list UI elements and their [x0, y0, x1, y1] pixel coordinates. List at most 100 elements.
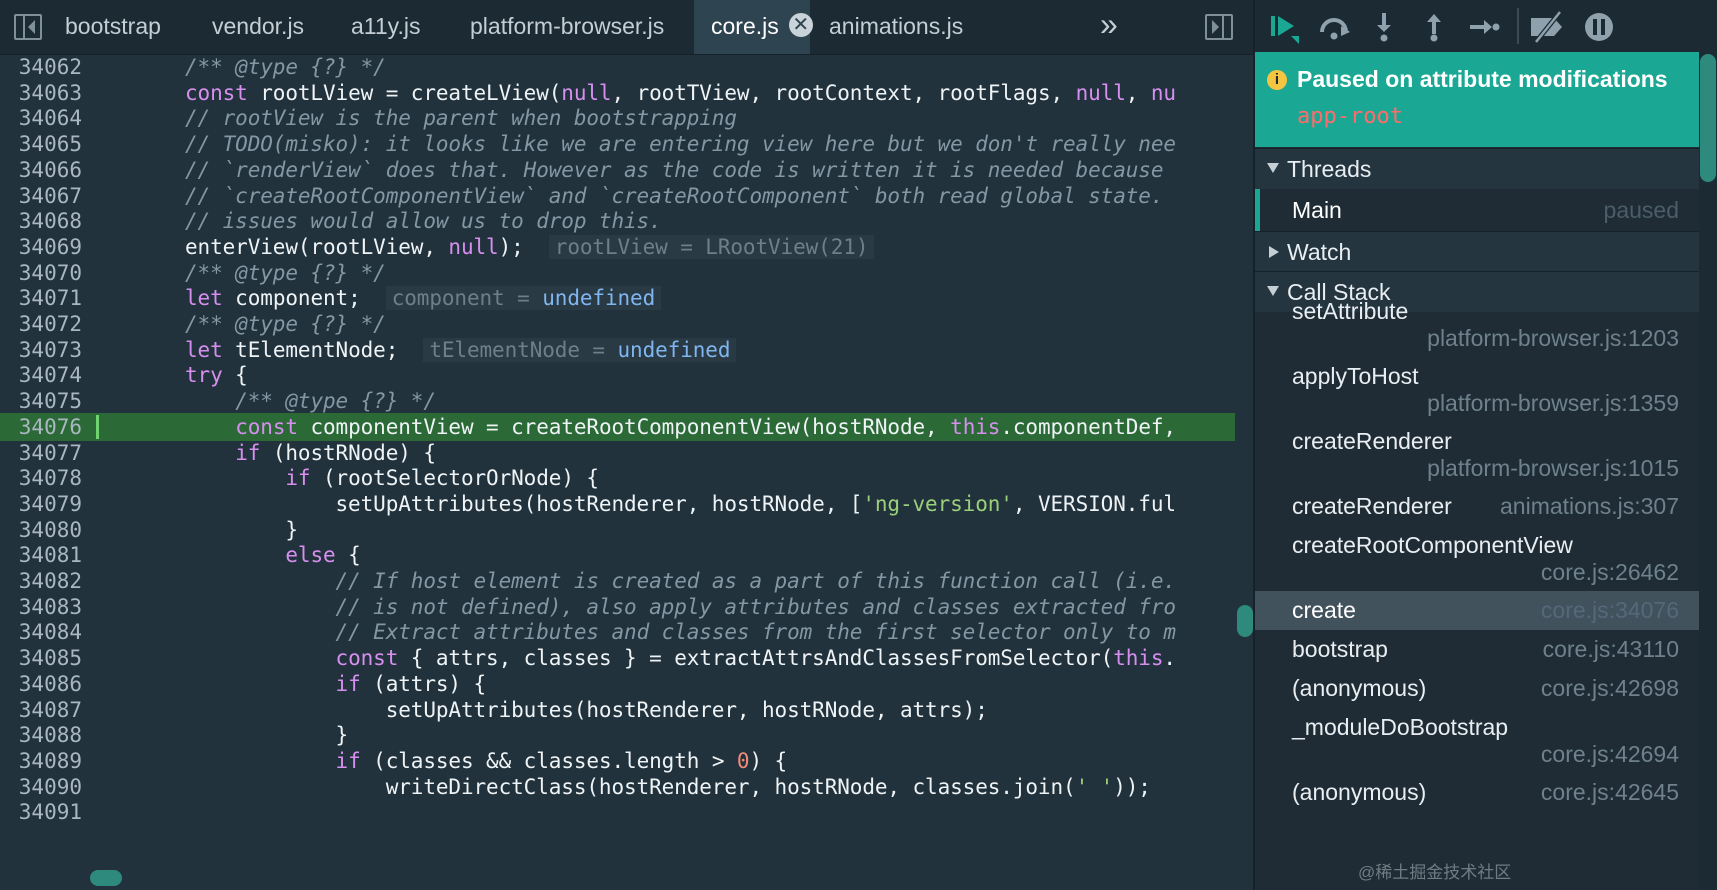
call-stack-frame[interactable]: createRootComponentView core.js:26462: [1255, 526, 1699, 591]
line-number[interactable]: 34062: [0, 54, 82, 81]
code-line[interactable]: 34091: [0, 798, 1235, 826]
tab-core-js[interactable]: core.js ✕: [694, 0, 813, 54]
horizontal-scrollbar-thumb[interactable]: [90, 870, 122, 886]
line-number[interactable]: 34073: [0, 336, 82, 364]
line-number[interactable]: 34077: [0, 439, 82, 467]
threads-section-header[interactable]: Threads: [1255, 148, 1699, 189]
line-number[interactable]: 34064: [0, 104, 82, 132]
line-number[interactable]: 34066: [0, 156, 82, 184]
line-number[interactable]: 34086: [0, 670, 82, 698]
line-number[interactable]: 34063: [0, 79, 82, 107]
call-stack-frame[interactable]: (anonymous) core.js:42698: [1255, 669, 1699, 708]
code-line[interactable]: 34066 // `renderView` does that. However …: [0, 156, 1235, 184]
code-line[interactable]: 34069 enterView(rootLView, null); rootLVi…: [0, 233, 1235, 261]
tab-vendor-js[interactable]: vendor.js: [212, 0, 304, 54]
line-number[interactable]: 34081: [0, 541, 82, 569]
code-line[interactable]: 34064 // rootView is the parent when boot…: [0, 104, 1235, 132]
step-out-icon[interactable]: [1417, 10, 1451, 44]
line-number[interactable]: 34084: [0, 618, 82, 646]
code-text: // TODO(misko): it looks like we are ent…: [185, 132, 1176, 157]
code-text: const rootLView = createLView(null, root…: [185, 80, 1176, 105]
tab-bootstrap[interactable]: bootstrap: [65, 0, 161, 54]
tab-a11y-js[interactable]: a11y.js: [351, 0, 420, 54]
tab-platform-browser-js[interactable]: platform-browser.js: [470, 0, 664, 54]
line-number[interactable]: 34069: [0, 233, 82, 261]
pause-on-exceptions-icon[interactable]: [1582, 10, 1616, 44]
code-line[interactable]: 34080 }: [0, 516, 1235, 544]
line-number[interactable]: 34078: [0, 464, 82, 492]
tab-overflow-chevron-icon[interactable]: »: [1100, 6, 1118, 43]
line-number[interactable]: 34068: [0, 207, 82, 235]
line-number[interactable]: 34065: [0, 130, 82, 158]
code-line[interactable]: 34083 // is not defined), also apply att…: [0, 593, 1235, 621]
frame-function-name: applyToHost: [1292, 363, 1419, 389]
call-stack-frame[interactable]: setAttribute platform-browser.js:1203: [1255, 292, 1699, 357]
tab-animations-js[interactable]: animations.js: [829, 0, 963, 54]
line-number[interactable]: 34067: [0, 182, 82, 210]
code-line[interactable]: 34074 try {: [0, 361, 1235, 389]
call-stack-frame[interactable]: create core.js:34076: [1255, 591, 1699, 630]
line-number[interactable]: 34082: [0, 567, 82, 595]
code-line[interactable]: 34085 const { attrs, classes } = extract…: [0, 644, 1235, 672]
line-number[interactable]: 34071: [0, 284, 82, 312]
code-line[interactable]: 34077 if (hostRNode) {: [0, 439, 1235, 467]
line-number[interactable]: 34079: [0, 490, 82, 518]
code-line[interactable]: 34082 // If host element is created as a…: [0, 567, 1235, 595]
line-number[interactable]: 34090: [0, 773, 82, 801]
debugger-scrollbar[interactable]: [1699, 52, 1717, 890]
toggle-sources-sidebar-icon[interactable]: [14, 14, 42, 40]
close-tab-icon[interactable]: ✕: [788, 12, 813, 37]
code-line[interactable]: 34062 /** @type {?} */: [0, 54, 1235, 81]
code-line[interactable]: 34065 // TODO(misko): it looks like we ar…: [0, 130, 1235, 158]
code-line[interactable]: 34067 // `createRootComponentView` and `c…: [0, 182, 1235, 210]
code-line[interactable]: 34087 setUpAttributes(hostRenderer, host…: [0, 696, 1235, 724]
code-line[interactable]: 34075 /** @type {?} */: [0, 387, 1235, 415]
code-editor[interactable]: 34062 /** @type {?} */ 34063 const rootLVie…: [0, 54, 1253, 890]
call-stack-frame[interactable]: createRenderer animations.js:307: [1255, 487, 1699, 526]
line-number[interactable]: 34088: [0, 721, 82, 749]
paused-element-link[interactable]: app-root: [1297, 104, 1403, 129]
current-execution-line[interactable]: 34076 const componentView = createRootCo…: [0, 412, 1235, 441]
vertical-scrollbar-thumb[interactable]: [1237, 605, 1253, 637]
step-over-icon[interactable]: [1317, 10, 1351, 44]
code-line[interactable]: 34070 /** @type {?} */: [0, 259, 1235, 287]
line-number[interactable]: 34085: [0, 644, 82, 672]
line-number[interactable]: 34080: [0, 516, 82, 544]
thread-main[interactable]: Main paused: [1255, 189, 1699, 231]
call-stack-frame[interactable]: _moduleDoBootstrap core.js:42694: [1255, 708, 1699, 773]
debugger-scrollbar-thumb[interactable]: [1700, 54, 1716, 182]
watch-section-header[interactable]: Watch: [1255, 231, 1699, 272]
code-line[interactable]: 34073 let tElementNode; tElementNode = un…: [0, 336, 1235, 364]
call-stack-frame[interactable]: bootstrap core.js:43110: [1255, 630, 1699, 669]
line-number[interactable]: 34089: [0, 747, 82, 775]
code-line[interactable]: 34089 if (classes && classes.length > 0)…: [0, 747, 1235, 775]
code-line[interactable]: 34068 // issues would allow us to drop th…: [0, 207, 1235, 235]
line-number[interactable]: 34070: [0, 259, 82, 287]
step-into-icon[interactable]: [1367, 10, 1401, 44]
line-number[interactable]: 34074: [0, 361, 82, 389]
code-line[interactable]: 34086 if (attrs) {: [0, 670, 1235, 698]
line-number[interactable]: 34091: [0, 798, 82, 826]
line-number[interactable]: 34083: [0, 593, 82, 621]
line-number[interactable]: 34087: [0, 696, 82, 724]
call-stack-frame[interactable]: applyToHost platform-browser.js:1359: [1255, 357, 1699, 422]
code-line[interactable]: 34088 }: [0, 721, 1235, 749]
code-line[interactable]: 34081 else {: [0, 541, 1235, 569]
code-line[interactable]: 34071 let component; component = undefine…: [0, 284, 1235, 312]
line-number[interactable]: 34075: [0, 387, 82, 415]
call-stack-frame[interactable]: (anonymous) core.js:42645: [1255, 773, 1699, 812]
resume-icon[interactable]: [1267, 10, 1301, 44]
code-text: // `renderView` does that. However as th…: [185, 157, 1164, 182]
toggle-debugger-sidebar-icon[interactable]: [1205, 14, 1233, 40]
code-line[interactable]: 34063 const rootLView = createLView(null,…: [0, 79, 1235, 107]
line-number[interactable]: 34076: [0, 413, 82, 441]
code-line[interactable]: 34084 // Extract attributes and classes …: [0, 618, 1235, 646]
step-icon[interactable]: [1467, 10, 1501, 44]
code-line[interactable]: 34090 writeDirectClass(hostRenderer, hos…: [0, 773, 1235, 801]
line-number[interactable]: 34072: [0, 310, 82, 338]
code-line[interactable]: 34079 setUpAttributes(hostRenderer, host…: [0, 490, 1235, 518]
code-line[interactable]: 34072 /** @type {?} */: [0, 310, 1235, 338]
code-line[interactable]: 34078 if (rootSelectorOrNode) {: [0, 464, 1235, 492]
deactivate-breakpoints-icon[interactable]: [1528, 10, 1568, 44]
call-stack-frame[interactable]: createRenderer platform-browser.js:1015: [1255, 422, 1699, 487]
